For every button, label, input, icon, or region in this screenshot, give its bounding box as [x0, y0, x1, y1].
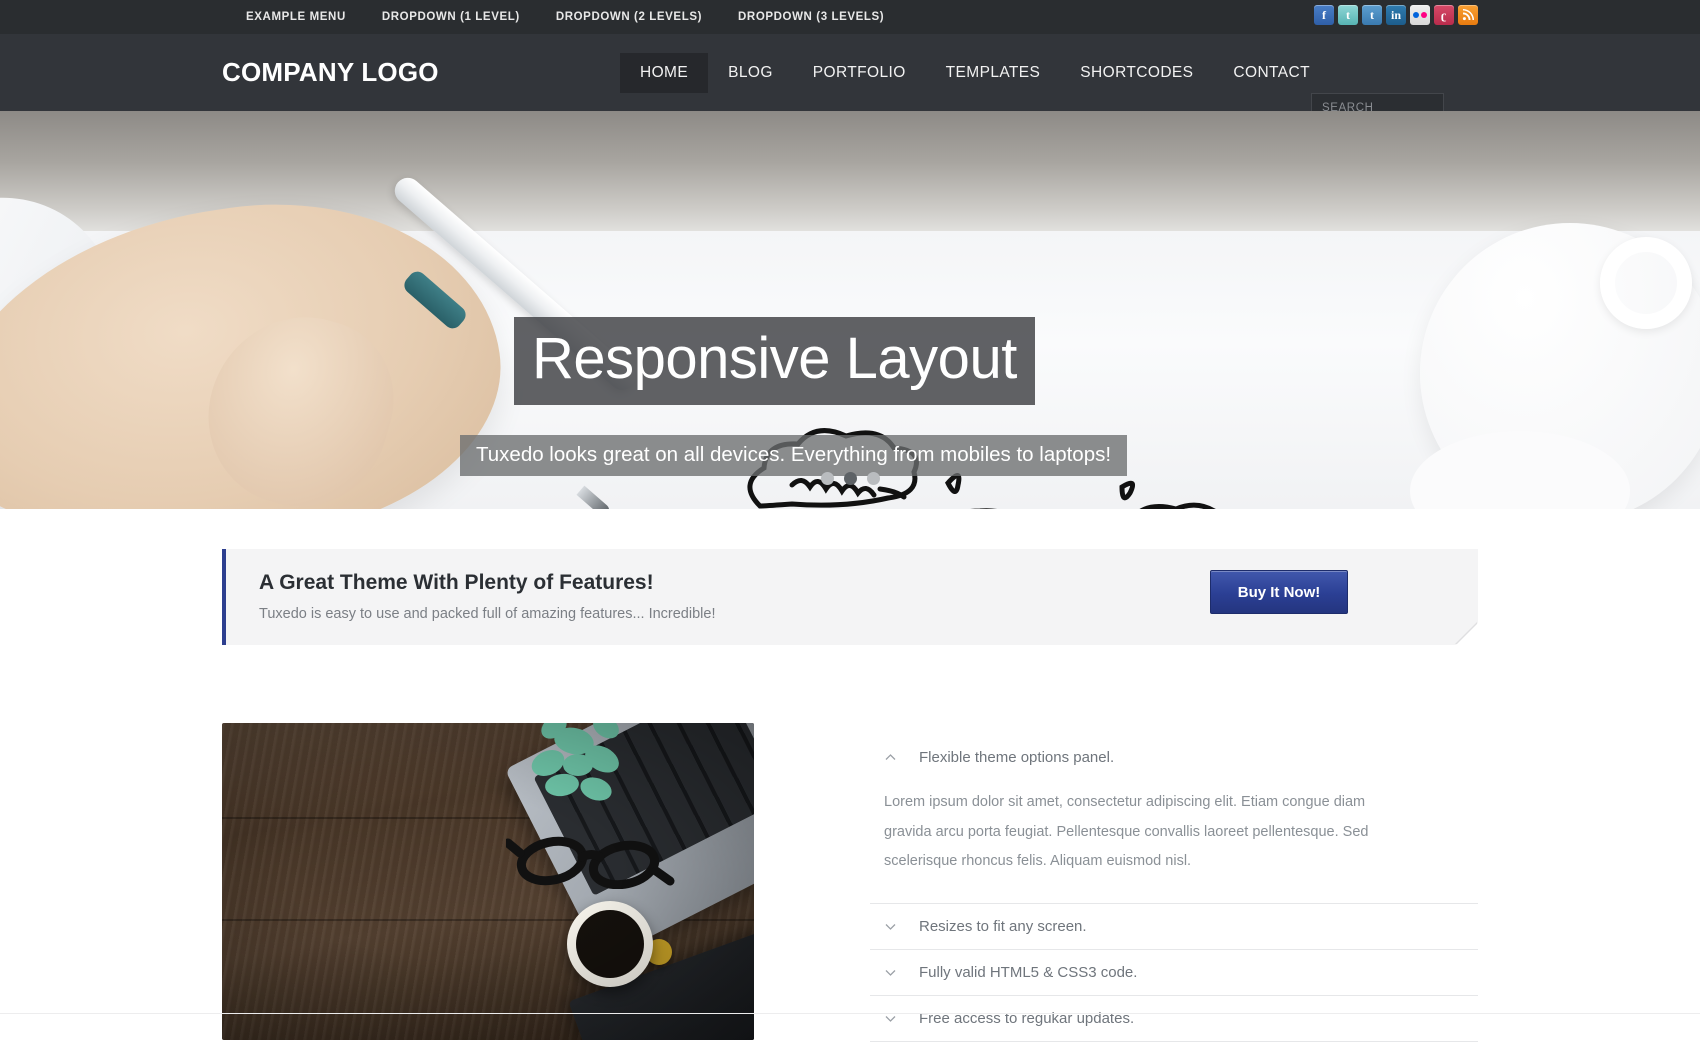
lastfm-icon[interactable]: ʗ: [1434, 5, 1454, 25]
accordion-item: Fully valid HTML5 & CSS3 code.: [870, 950, 1478, 997]
slider-dot-3[interactable]: [866, 472, 880, 485]
accordion-item: Flexible theme options panel. Lorem ipsu…: [870, 735, 1478, 905]
company-logo[interactable]: COMPANY LOGO: [222, 57, 439, 88]
accordion-item: Free access to regukar updates.: [870, 996, 1478, 1043]
accordion-header-resizes-to-fit[interactable]: Resizes to fit any screen.: [870, 904, 1478, 949]
main-navigation: HOME BLOG PORTFOLIO TEMPLATES SHORTCODES…: [620, 34, 1330, 111]
topbar-item-dropdown-2-levels[interactable]: DROPDOWN (2 LEVELS): [538, 11, 720, 23]
accordion-label: Flexible theme options panel.: [919, 749, 1115, 766]
twitter-icon[interactable]: t: [1338, 5, 1358, 25]
nav-item-shortcodes[interactable]: SHORTCODES: [1060, 53, 1213, 93]
accordion-label: Resizes to fit any screen.: [919, 918, 1087, 936]
accordion-label: Fully valid HTML5 & CSS3 code.: [919, 964, 1138, 982]
accordion-body: Lorem ipsum dolor sit amet, consectetur …: [884, 794, 1369, 870]
footer-divider: [0, 1013, 1700, 1014]
hero-title: Responsive Layout: [514, 317, 1035, 405]
main-content: A Great Theme With Plenty of Features! T…: [0, 549, 1700, 1043]
buy-it-now-button[interactable]: Buy It Now!: [1210, 570, 1348, 614]
tumblr-icon[interactable]: t: [1362, 5, 1382, 25]
site-header: COMPANY LOGO HOME BLOG PORTFOLIO TEMPLAT…: [0, 34, 1700, 122]
nav-item-templates[interactable]: TEMPLATES: [926, 53, 1061, 93]
chevron-down-icon: [885, 924, 896, 931]
features-accordion: Flexible theme options panel. Lorem ipsu…: [870, 723, 1478, 1043]
chevron-up-icon: [885, 754, 896, 760]
top-bar-menu: EXAMPLE MENU DROPDOWN (1 LEVEL) DROPDOWN…: [228, 11, 902, 23]
corner-fold-icon: [1456, 623, 1478, 645]
facebook-icon[interactable]: f: [1314, 5, 1334, 25]
nav-item-blog[interactable]: BLOG: [708, 53, 793, 93]
hero-subtitle: Tuxedo looks great on all devices. Every…: [460, 435, 1128, 476]
accordion-item: Resizes to fit any screen.: [870, 904, 1478, 951]
cta-title: A Great Theme With Plenty of Features!: [259, 571, 654, 594]
chevron-down-icon: [885, 1016, 896, 1023]
slider-dot-2[interactable]: [843, 472, 857, 485]
desk-photo: [222, 723, 754, 1040]
accordion-header-free-updates[interactable]: Free access to regukar updates.: [870, 996, 1478, 1041]
topbar-item-dropdown-1-level[interactable]: DROPDOWN (1 LEVEL): [364, 11, 538, 23]
cta-text: Tuxedo is easy to use and packed full of…: [259, 606, 716, 622]
nav-item-home[interactable]: HOME: [620, 52, 709, 93]
flickr-icon[interactable]: [1410, 5, 1430, 25]
cta-banner: A Great Theme With Plenty of Features! T…: [222, 549, 1478, 645]
rss-icon[interactable]: [1458, 5, 1478, 25]
nav-item-contact[interactable]: CONTACT: [1213, 53, 1330, 93]
social-links: f t t in ʗ: [1314, 5, 1478, 25]
topbar-item-example-menu[interactable]: EXAMPLE MENU: [228, 11, 364, 23]
slider-pagination: [0, 472, 1700, 485]
accordion-header-html5-css3[interactable]: Fully valid HTML5 & CSS3 code.: [870, 950, 1478, 995]
topbar-item-dropdown-3-levels[interactable]: DROPDOWN (3 LEVELS): [720, 11, 902, 23]
top-bar: EXAMPLE MENU DROPDOWN (1 LEVEL) DROPDOWN…: [0, 0, 1700, 34]
hero-slider: Responsive Layout Tuxedo looks great on …: [0, 111, 1700, 509]
features-row: Flexible theme options panel. Lorem ipsu…: [222, 723, 1478, 1043]
linkedin-icon[interactable]: in: [1386, 5, 1406, 25]
chevron-down-icon: [885, 970, 896, 977]
slider-dot-1[interactable]: [820, 472, 834, 485]
accordion-header-flexible-theme-options[interactable]: Flexible theme options panel.: [870, 735, 1478, 780]
nav-item-portfolio[interactable]: PORTFOLIO: [793, 53, 926, 93]
